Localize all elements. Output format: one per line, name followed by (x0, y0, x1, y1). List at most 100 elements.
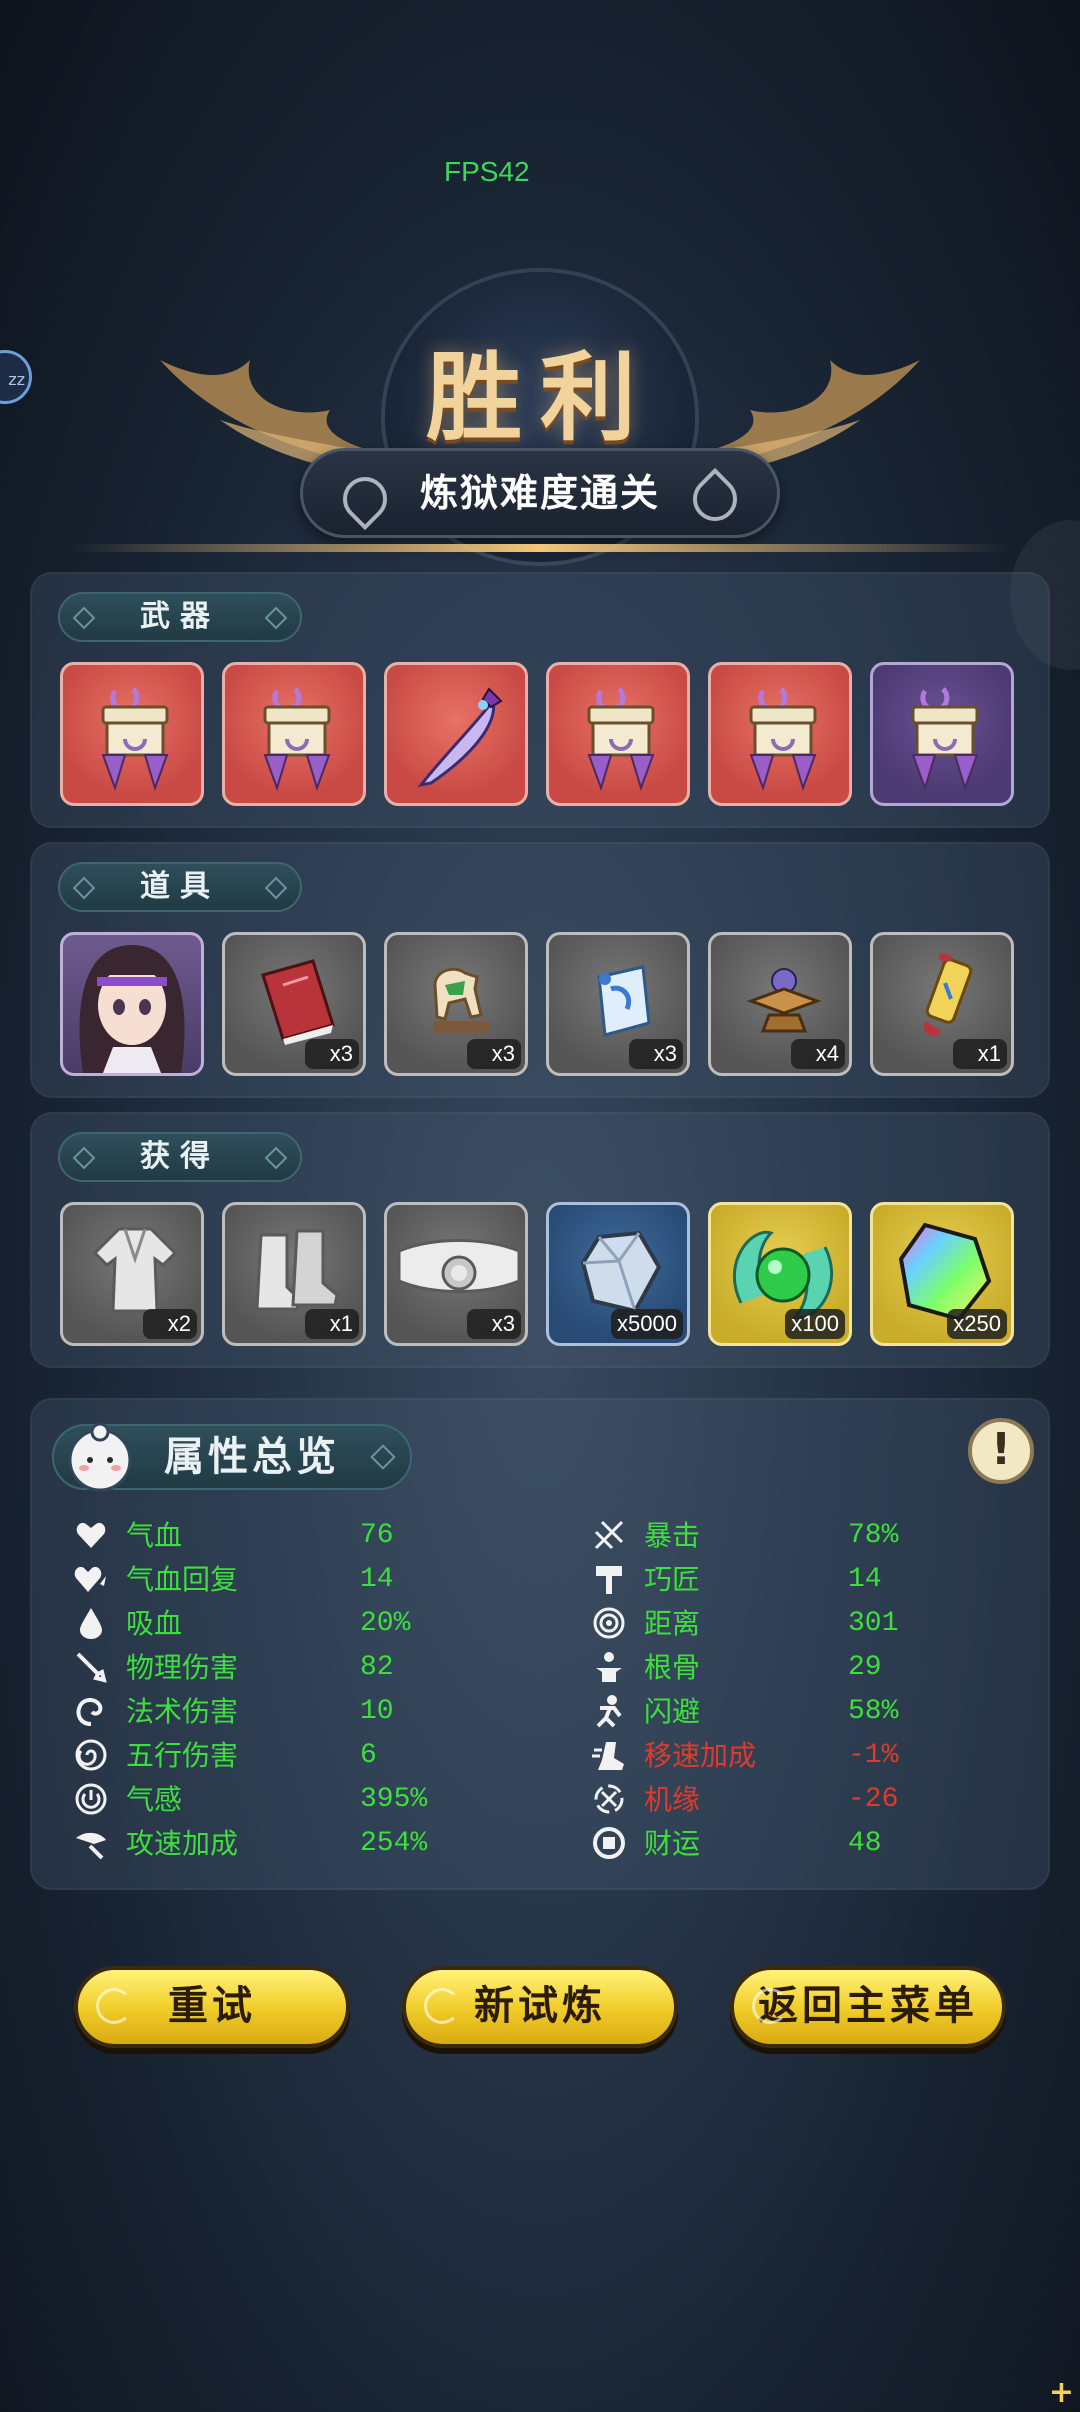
attribute-row: 法术伤害 10 (74, 1690, 534, 1734)
target-icon (593, 1607, 625, 1639)
body-icon (596, 1652, 622, 1682)
attribute-row: 暴击 78% (592, 1514, 1032, 1558)
new-trial-button[interactable]: 新试炼 (402, 1966, 678, 2048)
orb-pedestal-icon (746, 968, 822, 1033)
crystal-icon (580, 1230, 662, 1314)
reward-slot[interactable]: x3 (384, 1202, 528, 1346)
heart-icon (76, 1522, 106, 1548)
victory-header: 胜利 炼狱难度通关 (0, 260, 1080, 562)
attribute-name: 物理伤害 (126, 1651, 239, 1684)
weapon-slot[interactable] (384, 662, 528, 806)
item-slot[interactable]: x3 (222, 932, 366, 1076)
main-menu-label: 返回主菜单 (758, 1983, 978, 2029)
attribute-name: 财运 (644, 1827, 701, 1860)
attribute-row: 气血回复 14 (74, 1558, 534, 1602)
attribute-name: 机缘 (644, 1783, 701, 1816)
weapon-slot[interactable] (222, 662, 366, 806)
attribute-row: 巧匠 14 (592, 1558, 1032, 1602)
reward-slot[interactable]: x1 (222, 1202, 366, 1346)
diamond-icon (370, 1444, 396, 1470)
item-slot[interactable]: x4 (708, 932, 852, 1076)
attribute-value: 395% (360, 1784, 428, 1815)
belt-icon (397, 1239, 521, 1293)
sword-icon (76, 1652, 107, 1683)
weapon-slots (60, 662, 1014, 806)
plus-icon[interactable]: + (1049, 2375, 1074, 2410)
main-menu-button[interactable]: 返回主菜单 (730, 1966, 1006, 2048)
weapon-slot[interactable] (708, 662, 852, 806)
item-quantity: x4 (791, 1039, 845, 1069)
attribute-row: 闪避 58% (592, 1690, 1032, 1734)
attribute-value: 20% (360, 1608, 411, 1639)
cloud-mascot-icon (68, 1422, 132, 1492)
attribute-name: 五行伤害 (126, 1739, 239, 1772)
fps-counter: FPS42 (444, 156, 530, 187)
crit-icon (594, 1520, 624, 1550)
difficulty-clear-text: 炼狱难度通关 (419, 471, 660, 515)
reward-slot[interactable]: x2 (60, 1202, 204, 1346)
reward-quantity: x2 (143, 1309, 197, 1339)
item-slot[interactable]: x3 (546, 932, 690, 1076)
attribute-name: 攻速加成 (126, 1827, 239, 1860)
weapon-slot[interactable] (870, 662, 1014, 806)
swirl-decor-icon (752, 1988, 788, 2024)
attribute-name: 气血 (126, 1519, 183, 1552)
attribute-row: 物理伤害 82 (74, 1646, 534, 1690)
red-book-icon (261, 959, 335, 1045)
items-section-tag: 道具 (58, 862, 302, 912)
attribute-row: 气血 76 (74, 1514, 534, 1558)
attribute-row: 根骨 29 (592, 1646, 1032, 1690)
reward-quantity: x3 (467, 1309, 521, 1339)
attribute-value: 58% (848, 1696, 899, 1727)
attribute-name: 巧匠 (644, 1563, 701, 1596)
victory-title: 胜利 (426, 341, 654, 454)
golden-token-icon (923, 953, 973, 1036)
attribute-value: 10 (360, 1696, 394, 1727)
robe-icon (92, 1227, 178, 1313)
attribute-row: 攻速加成 254% (74, 1822, 534, 1866)
coin-icon (593, 1827, 625, 1859)
attribute-row: 移速加成 -1% (592, 1734, 1032, 1778)
reward-slot[interactable]: x100 (708, 1202, 852, 1346)
attribute-name: 气感 (126, 1783, 183, 1816)
ornate-chest-icon (749, 687, 817, 792)
reward-slot[interactable]: x250 (870, 1202, 1014, 1346)
weapon-slot[interactable] (60, 662, 204, 806)
attribute-row: 气感 395% (74, 1778, 534, 1822)
attribute-name: 气血回复 (126, 1563, 239, 1596)
reward-quantity: x5000 (611, 1309, 683, 1339)
attribute-name: 法术伤害 (126, 1695, 239, 1728)
attribute-value: 6 (360, 1740, 377, 1771)
heart-regen-icon (74, 1566, 106, 1592)
attributes-right-column: 暴击 78% 巧匠 14 距离 301 根骨 29 闪避 58% 移速加成 -1… (592, 1514, 1032, 1866)
attributes-left-column: 气血 76 气血回复 14 吸血 20% 物理伤害 82 法术伤害 10 五行伤… (74, 1514, 534, 1866)
character-portrait-slot[interactable] (60, 932, 204, 1076)
attribute-value: 301 (848, 1608, 899, 1639)
reward-slot[interactable]: x5000 (546, 1202, 690, 1346)
attribute-row: 五行伤害 6 (74, 1734, 534, 1778)
info-button[interactable]: ! (968, 1418, 1034, 1484)
attribute-row: 机缘 -26 (592, 1778, 1032, 1822)
attributes-panel: 属性总览 ! 气血 76 气血回复 14 吸血 20% 物理伤害 82 法术伤害… (30, 1398, 1050, 1890)
weapons-section-tag: 武器 (58, 592, 302, 642)
weapon-slot[interactable] (546, 662, 690, 806)
character-portrait (79, 945, 185, 1073)
attribute-value: 78% (848, 1520, 899, 1551)
attribute-row: 吸血 20% (74, 1602, 534, 1646)
gold-divider (70, 544, 1010, 552)
item-slot[interactable]: x1 (870, 932, 1014, 1076)
swirl-decor-icon (424, 1988, 460, 2024)
blue-scroll-icon (597, 965, 651, 1037)
attribute-value: 14 (848, 1564, 882, 1595)
item-slot[interactable]: x3 (384, 932, 528, 1076)
attribute-row: 距离 301 (592, 1602, 1032, 1646)
reward-quantity: x250 (947, 1309, 1007, 1339)
items-panel: 道具 x3 x3 x3 x4 x1 (30, 842, 1050, 1098)
blade-speed-icon (76, 1832, 106, 1860)
attribute-value: 48 (848, 1828, 882, 1859)
attribute-value: -1% (848, 1740, 899, 1771)
rewards-panel: 获得 x2 x1 x3 x5000 x100 x250 (30, 1112, 1050, 1368)
retry-button[interactable]: 重试 (74, 1966, 350, 2048)
attributes-title: 属性总览 (164, 1434, 340, 1480)
dodge-icon (596, 1695, 622, 1728)
